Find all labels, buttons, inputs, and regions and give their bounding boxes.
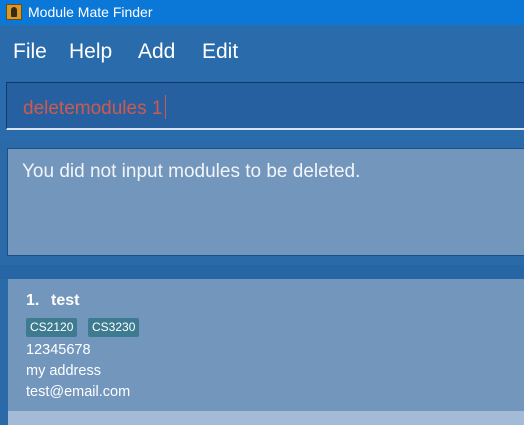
menu-bar: File Help Add Edit xyxy=(0,25,524,75)
person-card[interactable]: 1. test CS2120 CS3230 12345678 my addres… xyxy=(8,279,524,411)
command-area: deletemodules 1 xyxy=(0,75,524,139)
result-message: You did not input modules to be deleted. xyxy=(22,161,361,182)
window-title: Module Mate Finder xyxy=(28,4,153,20)
result-display: You did not input modules to be deleted. xyxy=(7,148,524,256)
menu-file[interactable]: File xyxy=(13,40,47,64)
menu-edit[interactable]: Edit xyxy=(202,40,238,64)
person-index: 1. xyxy=(26,292,40,309)
module-tag: CS2120 xyxy=(26,318,78,337)
person-address: my address xyxy=(26,363,101,379)
panel-separator xyxy=(0,265,524,279)
menu-help[interactable]: Help xyxy=(69,40,112,64)
command-input[interactable]: deletemodules 1 xyxy=(6,82,524,130)
person-email: test@email.com xyxy=(26,384,131,400)
app-icon xyxy=(6,4,22,20)
next-person-card[interactable] xyxy=(8,411,524,425)
person-name: test xyxy=(51,292,80,309)
text-cursor xyxy=(165,95,167,119)
command-text: deletemodules 1 xyxy=(23,98,163,119)
module-tag: CS3230 xyxy=(88,318,140,337)
menu-add[interactable]: Add xyxy=(138,40,175,64)
command-text-container: deletemodules 1 xyxy=(23,95,167,120)
title-bar: Module Mate Finder xyxy=(0,0,524,25)
person-phone: 12345678 xyxy=(26,342,91,358)
